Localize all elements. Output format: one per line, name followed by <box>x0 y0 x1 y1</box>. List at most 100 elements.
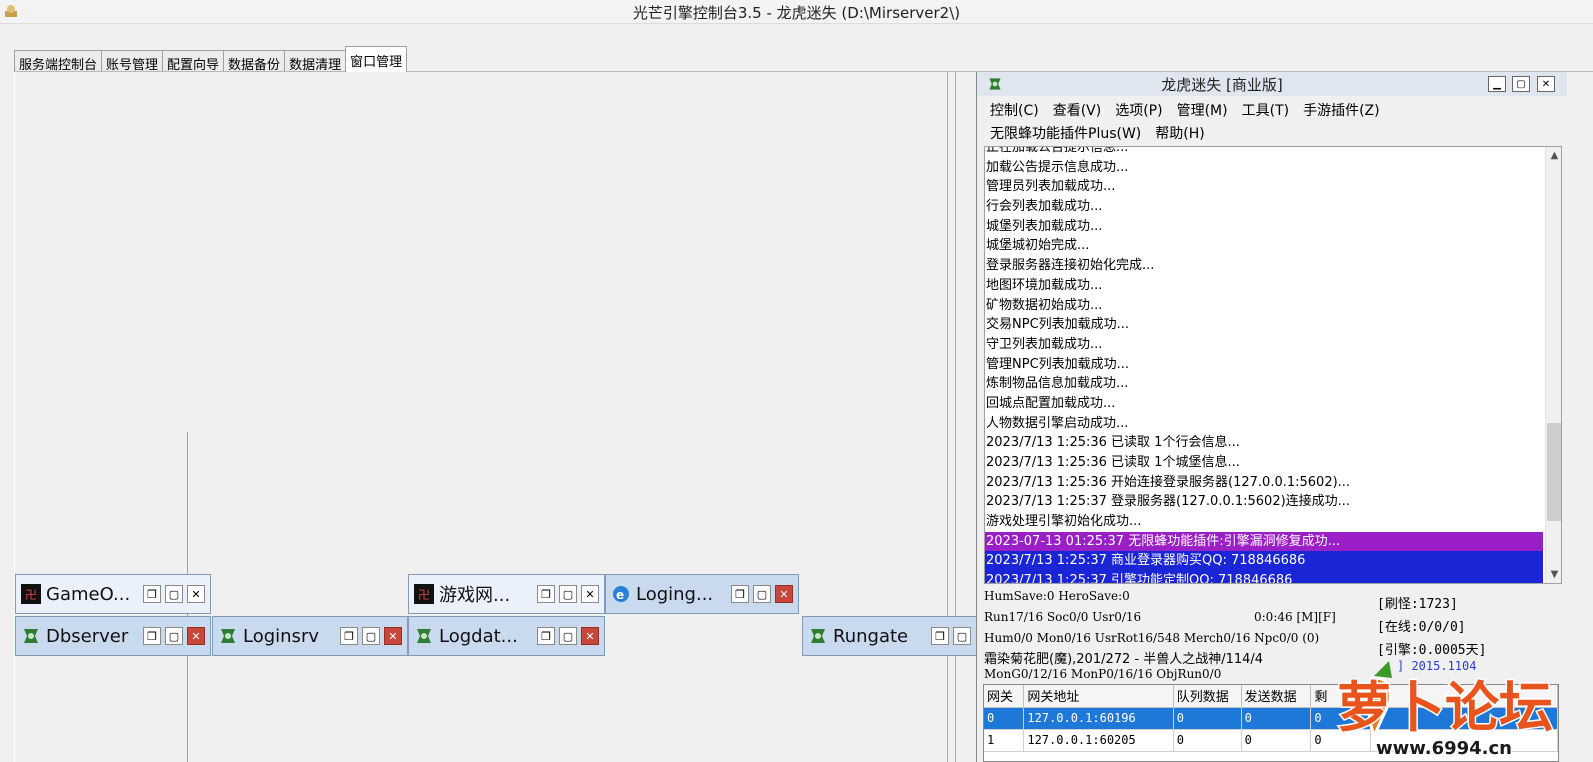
maximize-button[interactable]: ▢ <box>559 585 577 603</box>
menu-plugin-plus[interactable]: 无限蜂功能插件Plus(W) <box>990 123 1141 143</box>
log-line: 登录服务器连接初始化完成... <box>986 258 1155 274</box>
menu-options[interactable]: 选项(P) <box>1115 100 1162 120</box>
log-line: 管理NPC列表加载成功... <box>986 356 1130 372</box>
maximize-button[interactable]: ▢ <box>559 627 577 645</box>
minimized-window-title: Loging... <box>636 583 714 605</box>
log-line: 加载公告提示信息成功... <box>986 159 1129 175</box>
restore-button[interactable]: ❐ <box>143 627 161 645</box>
scroll-down-arrow-icon[interactable]: ▼ <box>1546 566 1561 583</box>
restore-button[interactable]: ❐ <box>931 627 949 645</box>
status-line-run: Run17/16 Soc0/0 Usr0/16 <box>984 610 1142 624</box>
server-app-icon <box>811 629 825 643</box>
log-line: 2023/7/13 1:25:36 已读取 1个行会信息... <box>986 435 1240 451</box>
restore-button[interactable]: ❐ <box>537 627 555 645</box>
close-button[interactable]: ✕ <box>187 627 205 645</box>
table-cell: 0 <box>1241 729 1312 752</box>
menu-mobile-plugins[interactable]: 手游插件(Z) <box>1303 100 1380 120</box>
maximize-button[interactable]: ▢ <box>362 627 380 645</box>
splitter-line <box>955 72 956 762</box>
table-cell: 0 <box>1241 707 1312 730</box>
table-cell: 1 <box>984 729 1025 752</box>
table-cell: 0 <box>1173 729 1242 752</box>
close-button[interactable]: ✕ <box>1537 76 1555 92</box>
status-line-mon: MonG0/12/16 MonP0/16/16 ObjRun0/0 <box>984 667 1222 681</box>
maximize-button[interactable]: ▢ <box>1512 76 1530 92</box>
log-line: 炼制物品信息加载成功... <box>986 376 1129 392</box>
status-uptime: 0:0:46 [M][F] <box>1254 610 1336 624</box>
minimize-button[interactable]: ▁ <box>1488 76 1506 92</box>
svg-text:卍: 卍 <box>418 588 430 602</box>
close-button[interactable]: ✕ <box>581 585 599 603</box>
forum-watermark-logo: 萝卜论坛 www.6994.cn <box>1336 661 1555 760</box>
minimized-window-logingate[interactable]: e Loging... ❐ ▢ ✕ <box>605 574 799 614</box>
game-of-mir-icon: 卍 <box>414 584 434 604</box>
log-output[interactable]: 正在加载公告提示信息... 加载公告提示信息成功... 管理员列表加载成功... 行会… <box>984 146 1562 584</box>
table-cell: 0 <box>984 707 1025 730</box>
scroll-up-arrow-icon[interactable]: ▲ <box>1546 147 1561 164</box>
maximize-button[interactable]: ▢ <box>753 585 771 603</box>
minimized-window-title: GameO... <box>46 583 131 605</box>
menu-control[interactable]: 控制(C) <box>990 100 1039 120</box>
tab-data-cleanup[interactable]: 数据清理 <box>284 50 347 73</box>
close-button[interactable]: ✕ <box>775 585 793 603</box>
maximize-button[interactable]: ▢ <box>165 627 183 645</box>
minimized-window-rungate[interactable]: Rungate ❐ ▢ <box>802 616 976 656</box>
restore-button[interactable]: ❐ <box>340 627 358 645</box>
close-button[interactable]: ✕ <box>581 627 599 645</box>
log-line: 行会列表加载成功... <box>986 199 1103 215</box>
minimized-window-gameofmir[interactable]: 卍 GameO... ❐ ▢ ✕ <box>15 574 211 614</box>
log-line: 2023/7/13 1:25:37 商业登录器购买QQ: 718846686 <box>985 551 1543 572</box>
close-button[interactable]: ✕ <box>384 627 402 645</box>
restore-button[interactable]: ❐ <box>537 585 555 603</box>
status-line-save: HumSave:0 HeroSave:0 <box>984 589 1130 603</box>
minimized-window-dbserver[interactable]: Dbserver ❐ ▢ ✕ <box>15 616 211 656</box>
menu-bar: 控制(C) 查看(V) 选项(P) 管理(M) 工具(T) 手游插件(Z) <box>990 100 1380 120</box>
game-of-mir-icon: 卍 <box>21 584 41 604</box>
maximize-button[interactable]: ▢ <box>165 585 183 603</box>
menu-view[interactable]: 查看(V) <box>1053 100 1102 120</box>
minimized-window-game-gate[interactable]: 卍 游戏网... ❐ ▢ ✕ <box>408 574 605 614</box>
tab-bar: 服务端控制台 账号管理 配置向导 数据备份 数据清理 窗口管理 <box>14 46 408 73</box>
menu-tools[interactable]: 工具(T) <box>1242 100 1289 120</box>
column-header-send[interactable]: 发送数据 <box>1241 685 1312 708</box>
server-app-icon <box>221 629 235 643</box>
menu-manage[interactable]: 管理(M) <box>1177 100 1228 120</box>
log-line: 2023/7/13 1:25:37 登录服务器(127.0.0.1:5602)连… <box>986 494 1351 510</box>
log-line: 交易NPC列表加载成功... <box>986 317 1130 333</box>
tab-server-console[interactable]: 服务端控制台 <box>14 50 103 73</box>
minimized-window-title: Loginsrv <box>243 625 319 647</box>
maximize-button[interactable]: ▢ <box>953 627 971 645</box>
minimized-window-title: Logdat... <box>439 625 518 647</box>
tab-config-wizard[interactable]: 配置向导 <box>162 50 225 73</box>
close-button[interactable]: ✕ <box>187 585 205 603</box>
tab-window-management[interactable]: 窗口管理 <box>345 46 408 72</box>
status-line-player: 霜染菊花肥(魔),201/272 - 半兽人之战神/114/4 <box>984 652 1264 667</box>
log-scrollbar[interactable]: ▲ ▼ <box>1545 147 1561 583</box>
restore-button[interactable]: ❐ <box>731 585 749 603</box>
tab-data-backup[interactable]: 数据备份 <box>223 50 286 73</box>
log-line: 城堡城初始完成... <box>986 238 1090 254</box>
minimized-window-title: 游戏网... <box>439 585 511 606</box>
svg-text:卍: 卍 <box>25 588 37 602</box>
svg-text:e: e <box>616 588 624 602</box>
table-cell: 127.0.0.1:60196 <box>1023 707 1174 730</box>
scrollbar-thumb[interactable] <box>1547 423 1561 521</box>
column-header-gate[interactable]: 网关 <box>984 685 1025 708</box>
minimized-window-loginsrv[interactable]: Loginsrv ❐ ▢ ✕ <box>212 616 408 656</box>
tab-account-management[interactable]: 账号管理 <box>101 50 164 73</box>
log-line: 2023-07-13 01:25:37 无限蜂功能插件:引擎漏洞修复成功... <box>985 531 1543 552</box>
minimized-window-logdataserver[interactable]: Logdat... ❐ ▢ ✕ <box>408 616 605 656</box>
log-line: 游戏处理引擎初始化成功... <box>986 514 1142 530</box>
column-header-queue[interactable]: 队列数据 <box>1173 685 1242 708</box>
minimized-window-title: Rungate <box>833 625 909 647</box>
log-line: 2023/7/13 1:25:36 已读取 1个城堡信息... <box>986 455 1240 470</box>
ie-globe-icon: e <box>613 586 629 602</box>
log-line: 人物数据引擎启动成功... <box>986 415 1129 431</box>
server-window-title: 龙虎迷失 [商业版] <box>1161 76 1283 94</box>
menu-help[interactable]: 帮助(H) <box>1155 123 1204 143</box>
column-header-gate-address[interactable]: 网关地址 <box>1023 685 1174 708</box>
log-line: 管理员列表加载成功... <box>986 179 1116 195</box>
restore-button[interactable]: ❐ <box>143 585 161 603</box>
table-cell: 127.0.0.1:60205 <box>1023 729 1174 752</box>
log-line: 回城点配置加载成功... <box>986 395 1116 411</box>
